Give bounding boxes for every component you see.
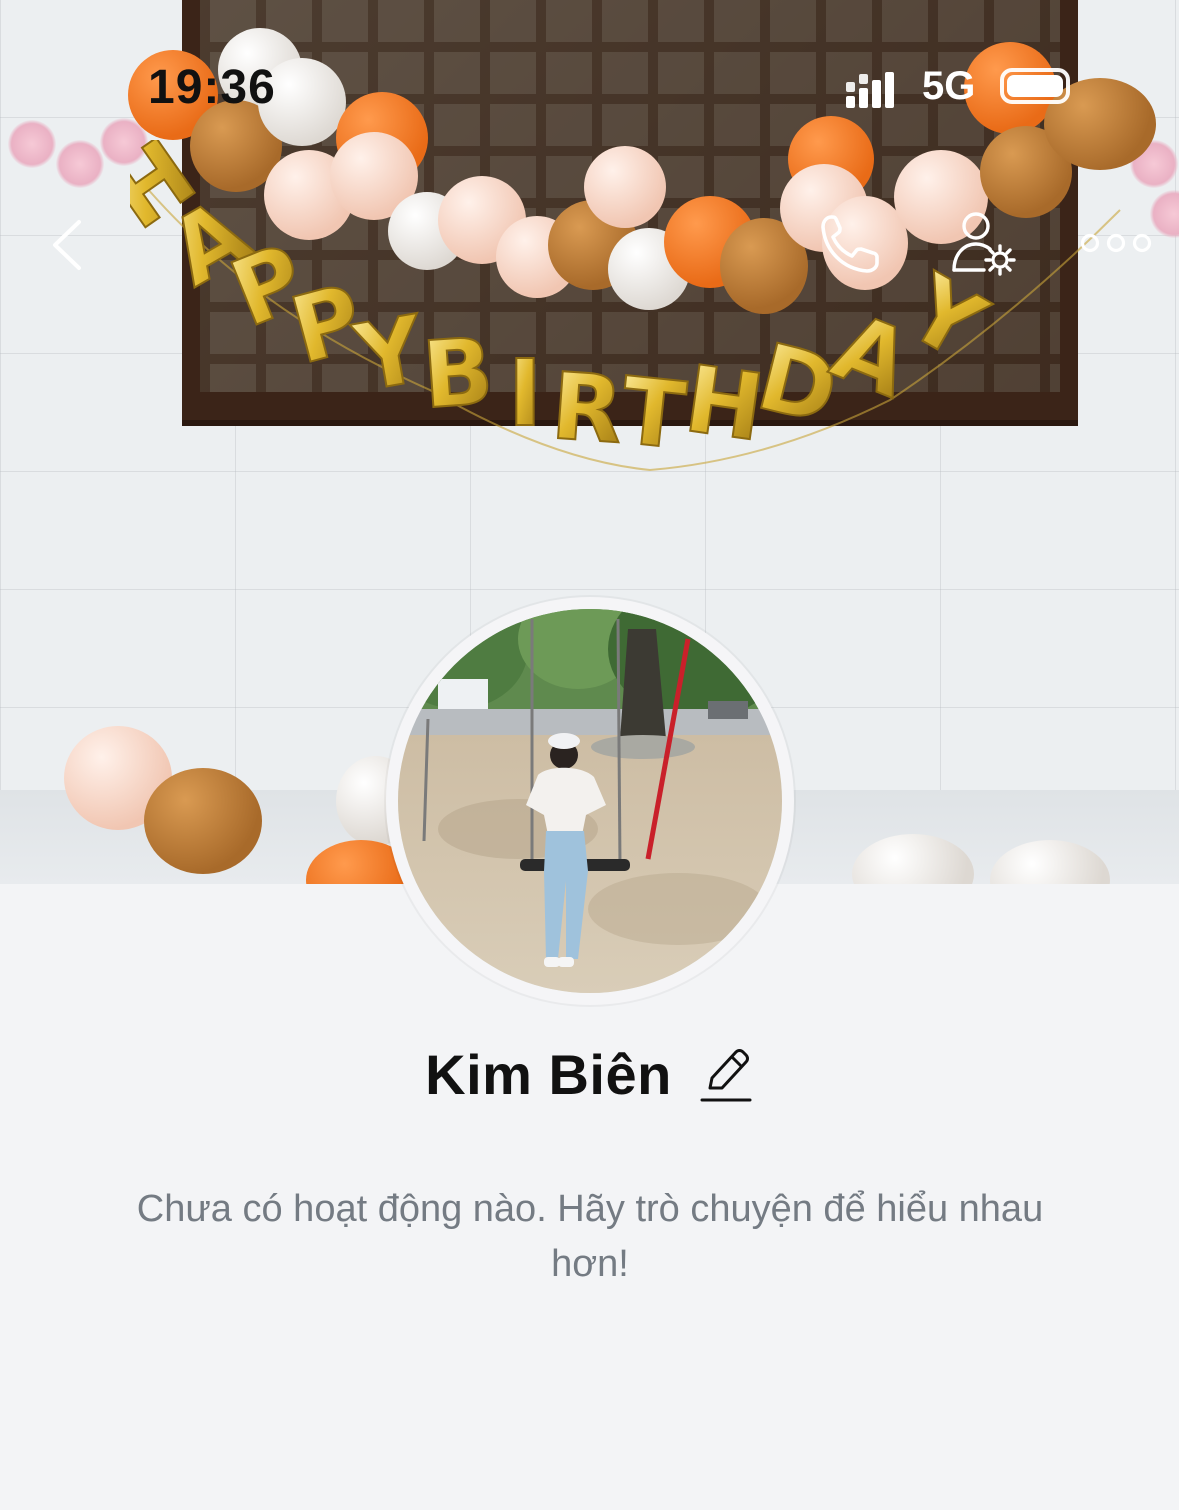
profile-name-row: Kim Biên bbox=[0, 1038, 1179, 1110]
more-options-icon[interactable] bbox=[1076, 218, 1156, 268]
network-type: 5G bbox=[922, 64, 976, 108]
banner-letter: B bbox=[419, 318, 496, 430]
status-time: 19:36 bbox=[148, 61, 276, 114]
battery-level bbox=[1007, 75, 1063, 97]
pencil-icon[interactable] bbox=[698, 1043, 754, 1105]
banner-letter: R bbox=[548, 353, 626, 465]
banner-letter: I bbox=[508, 340, 542, 447]
cellular-signal-icon bbox=[846, 72, 894, 108]
phone-icon[interactable] bbox=[812, 206, 888, 282]
balloon bbox=[144, 768, 262, 874]
banner-letter: T bbox=[616, 357, 690, 470]
battery-icon bbox=[1000, 68, 1070, 104]
status-bar: 19:36 5G bbox=[0, 0, 1179, 180]
birthday-banner: HAPPYB I RTHDAY bbox=[130, 140, 1121, 471]
avatar[interactable] bbox=[386, 597, 794, 1005]
profile-name: Kim Biên bbox=[425, 1042, 672, 1106]
empty-activity-message: Chưa có hoạt động nào. Hãy trò chuyện để… bbox=[136, 1188, 1044, 1285]
avatar-photo bbox=[398, 609, 782, 993]
user-settings-icon[interactable] bbox=[946, 206, 1022, 282]
banner-letter: Y bbox=[346, 295, 433, 412]
chevron-left-icon[interactable] bbox=[36, 210, 96, 280]
